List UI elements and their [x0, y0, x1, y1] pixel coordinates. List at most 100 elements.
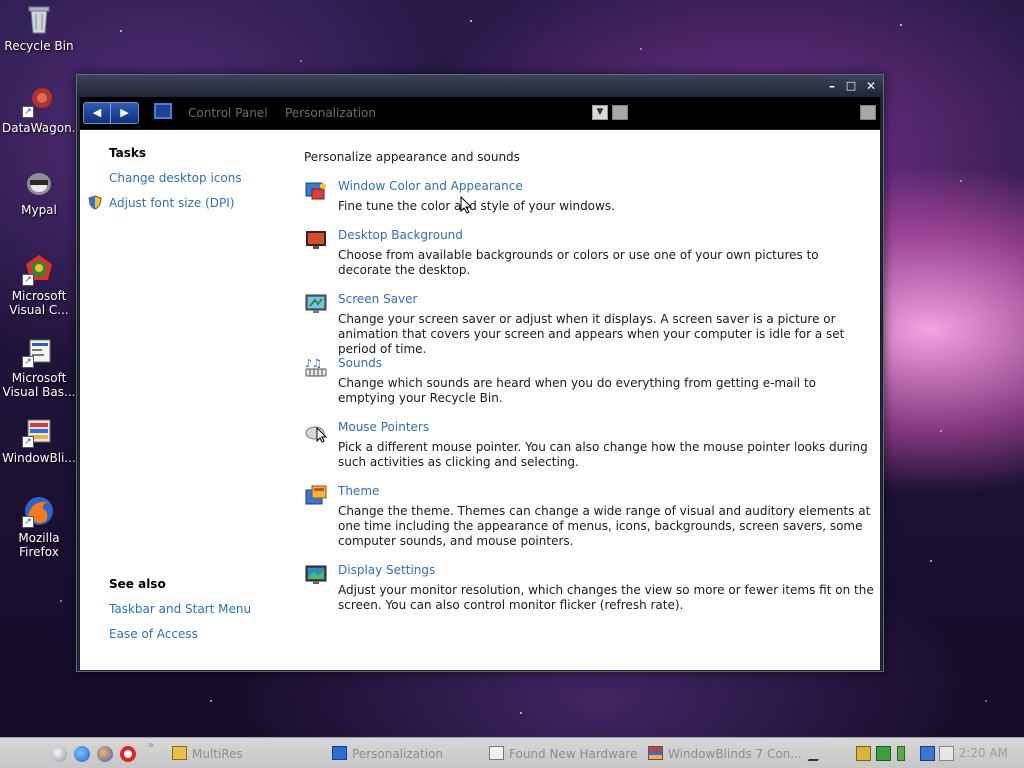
windowblinds-icon	[648, 746, 663, 760]
desktop-icon-visual-basic[interactable]: ↗ Microsoft Visual Bas...	[2, 334, 76, 399]
search-box[interactable]	[860, 105, 876, 120]
mypal-icon	[22, 166, 56, 200]
display-settings-icon	[304, 563, 328, 587]
mouse-pointers-icon	[304, 420, 328, 444]
desktop-icon-label: Mozilla Firefox	[18, 531, 60, 559]
screen-saver-link[interactable]: Screen Saver	[338, 292, 417, 306]
shortcut-arrow-icon: ↗	[22, 436, 34, 448]
multires-icon	[172, 746, 187, 760]
visual-c-icon: ↗	[22, 252, 56, 286]
desktop-icon-recycle-bin[interactable]: Recycle Bin	[2, 2, 76, 53]
desktop-background-icon	[304, 228, 328, 252]
firefox-icon[interactable]	[97, 746, 113, 762]
shortcut-arrow-icon: ↗	[22, 356, 34, 368]
battery-tray-icon[interactable]	[897, 746, 905, 761]
item-description: Change your screen saver or adjust when …	[338, 312, 845, 356]
personalization-window: – □ ✕ ◀ ▶ Control Panel Personalization …	[76, 74, 884, 672]
desktop-icon-firefox[interactable]: ↗ Mozilla Firefox	[2, 494, 76, 559]
item-description: Change which sounds are heard when you d…	[338, 376, 816, 405]
control-panel-icon	[154, 103, 172, 119]
address-dropdown-button[interactable]: ▼	[592, 105, 608, 120]
screen-saver-icon	[304, 292, 328, 316]
display-settings-link[interactable]: Display Settings	[338, 563, 435, 577]
opera-icon[interactable]	[120, 746, 136, 762]
task-button-windowblinds[interactable]: WindowBlinds 7 Con...	[648, 746, 802, 762]
pen-tray-icon[interactable]	[807, 746, 827, 761]
mouse-cursor-icon	[460, 195, 473, 214]
sidebar-link-adjust-font-size[interactable]: Adjust font size (DPI)	[109, 196, 234, 210]
sidebar-link-change-desktop-icons[interactable]: Change desktop icons	[109, 171, 242, 185]
desktop-icon-mypal[interactable]: Mypal	[2, 166, 76, 217]
desktop-icon-datawagon[interactable]: ↗ DataWagon...	[2, 84, 84, 135]
item-description: Choose from available backgrounds or col…	[338, 248, 819, 277]
ie-icon[interactable]	[74, 746, 90, 762]
task-label: Personalization	[352, 747, 443, 761]
hardware-icon	[489, 746, 504, 760]
page-title: Personalize appearance and sounds	[304, 150, 520, 164]
breadcrumb-control-panel[interactable]: Control Panel	[188, 106, 268, 120]
item-description: Adjust your monitor resolution, which ch…	[338, 583, 874, 612]
breadcrumb-personalization[interactable]: Personalization	[285, 106, 376, 120]
taskbar: » MultiRes Personalization Found New Har…	[0, 737, 1024, 768]
back-button[interactable]: ◀	[84, 103, 111, 123]
maximize-button[interactable]: □	[843, 78, 859, 94]
title-bar[interactable]: – □ ✕	[77, 75, 883, 97]
network-tray-icon[interactable]	[920, 746, 935, 761]
shortcut-arrow-icon: ↗	[22, 106, 34, 118]
refresh-button[interactable]	[612, 105, 628, 120]
task-label: Found New Hardware	[509, 747, 638, 761]
window-color-link[interactable]: Window Color and Appearance	[338, 179, 523, 193]
nav-buttons: ◀ ▶	[83, 102, 139, 124]
task-button-multires[interactable]: MultiRes	[172, 746, 243, 762]
datawagon-icon: ↗	[22, 84, 56, 118]
personalization-icon	[332, 746, 347, 760]
desktop-icon-label: WindowBli...	[2, 451, 76, 465]
desktop-icon-label: DataWagon...	[2, 121, 84, 135]
desktop-icon-label: Recycle Bin	[4, 39, 74, 53]
sidebar-link-taskbar-start-menu[interactable]: Taskbar and Start Menu	[109, 602, 251, 616]
system-clock[interactable]: 2:20 AM	[959, 746, 1008, 760]
minimize-button[interactable]: –	[824, 78, 840, 94]
desktop-icon-label: Microsoft Visual Bas...	[2, 371, 76, 399]
visual-basic-icon: ↗	[22, 334, 56, 368]
sounds-icon: ♪♫	[304, 356, 328, 380]
sidebar: Tasks Change desktop icons Adjust font s…	[80, 130, 290, 670]
close-button[interactable]: ✕	[863, 78, 879, 94]
hardware-tray-icon[interactable]	[856, 746, 871, 761]
recycle-bin-icon	[22, 2, 56, 36]
item-description: Pick a different mouse pointer. You can …	[338, 440, 868, 469]
desktop-icon-label: Mypal	[21, 203, 57, 217]
desktop-icon-label: Microsoft Visual C...	[9, 289, 69, 317]
svg-text:♪♫: ♪♫	[305, 357, 322, 370]
windowblinds-icon: ↗	[22, 414, 56, 448]
content-area: Tasks Change desktop icons Adjust font s…	[80, 130, 880, 670]
task-label: MultiRes	[192, 747, 243, 761]
firefox-icon: ↗	[22, 494, 56, 528]
sidebar-link-ease-of-access[interactable]: Ease of Access	[109, 627, 198, 641]
forward-button[interactable]: ▶	[111, 103, 138, 123]
see-also-heading: See also	[109, 577, 166, 591]
task-label: WindowBlinds 7 Con...	[668, 747, 802, 761]
theme-link[interactable]: Theme	[338, 484, 379, 498]
sounds-link[interactable]: Sounds	[338, 356, 382, 370]
window-color-icon	[304, 179, 328, 203]
desktop-background-link[interactable]: Desktop Background	[338, 228, 463, 242]
navigation-bar: ◀ ▶ Control Panel Personalization ▼	[80, 97, 880, 129]
show-desktop-icon[interactable]	[51, 746, 67, 762]
theme-icon	[304, 484, 328, 508]
item-description: Fine tune the color and style of your wi…	[338, 199, 615, 213]
task-button-personalization[interactable]: Personalization	[332, 746, 443, 762]
task-button-found-new-hardware[interactable]: Found New Hardware	[489, 746, 637, 762]
uac-shield-icon	[88, 195, 102, 210]
shortcut-arrow-icon: ↗	[22, 274, 34, 286]
item-description: Change the theme. Themes can change a wi…	[338, 504, 871, 548]
volume-tray-icon[interactable]	[939, 746, 954, 761]
desktop-icon-windowblinds[interactable]: ↗ WindowBli...	[2, 414, 76, 465]
desktop-icon-visual-c[interactable]: ↗ Microsoft Visual C...	[2, 252, 76, 317]
tasks-heading: Tasks	[109, 146, 147, 160]
main-panel: Personalize appearance and sounds Window…	[304, 130, 880, 670]
safely-remove-tray-icon[interactable]	[876, 746, 891, 761]
mouse-pointers-link[interactable]: Mouse Pointers	[338, 420, 429, 434]
shortcut-arrow-icon: ↗	[22, 516, 34, 528]
quicklaunch-overflow-button[interactable]: »	[148, 740, 154, 751]
